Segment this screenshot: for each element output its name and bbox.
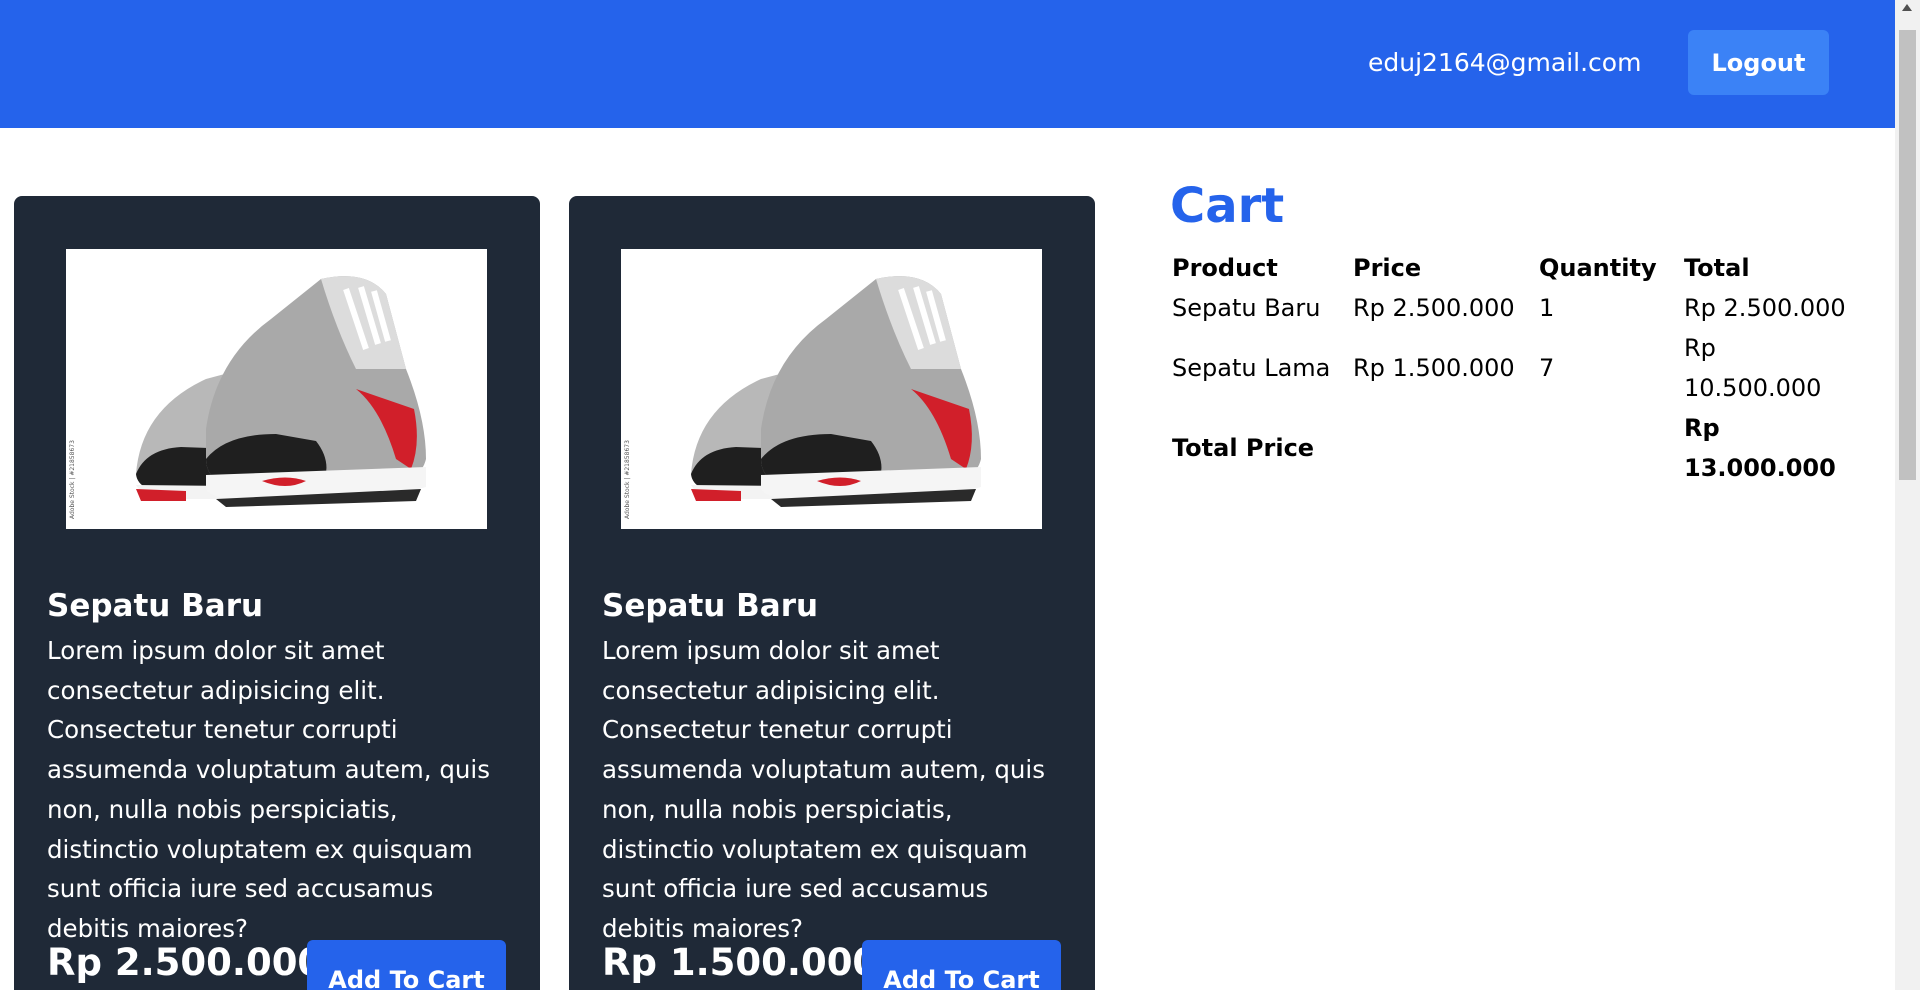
cell-total: Rp 2.500.000: [1684, 294, 1846, 322]
cell-price: Rp 1.500.000: [1353, 354, 1515, 382]
total-price-value: Rp 13.000.000: [1684, 414, 1836, 482]
scroll-up-arrow-icon[interactable]: [1902, 4, 1912, 11]
product-title: Sepatu Baru: [47, 588, 264, 624]
cell-product: Sepatu Lama: [1172, 354, 1331, 382]
product-description: Lorem ipsum dolor sit amet consectetur a…: [602, 636, 1045, 943]
cell-total: Rp 10.500.000: [1684, 334, 1822, 402]
product-card: Adobe Stock | #21858673 Sepatu Baru Lore…: [14, 196, 540, 990]
product-price: Rp 1.500.000: [602, 941, 879, 984]
cell-price: Rp 2.500.000: [1353, 294, 1515, 322]
sneaker-image-icon: Adobe Stock | #21858673: [66, 249, 487, 529]
column-header-total: Total: [1684, 254, 1750, 282]
cart-table: Product Price Quantity Total Sepatu Baru…: [1170, 248, 1862, 488]
column-header-quantity: Quantity: [1539, 254, 1657, 282]
total-price-row: Total Price Rp 13.000.000: [1170, 408, 1862, 488]
cart-table-header: Product Price Quantity Total: [1170, 248, 1862, 288]
cart-title: Cart: [1170, 178, 1285, 234]
add-to-cart-button[interactable]: Add To Cart: [862, 940, 1061, 990]
cart-panel: Cart Product Price Quantity Total Sepatu…: [1170, 178, 1890, 488]
image-watermark: Adobe Stock | #21858673: [624, 440, 631, 519]
table-row: Sepatu Lama Rp 1.500.000 7 Rp 10.500.000: [1170, 328, 1862, 408]
logout-button[interactable]: Logout: [1688, 30, 1829, 95]
cell-quantity: 7: [1539, 354, 1555, 382]
total-price-label: Total Price: [1172, 434, 1315, 462]
column-header-price: Price: [1353, 254, 1422, 282]
sneaker-image-icon: Adobe Stock | #21858673: [621, 249, 1042, 529]
page-scrollbar[interactable]: [1895, 0, 1920, 990]
cell-product: Sepatu Baru: [1172, 294, 1321, 322]
table-row: Sepatu Baru Rp 2.500.000 1 Rp 2.500.000: [1170, 288, 1862, 328]
product-image: Adobe Stock | #21858673: [66, 249, 487, 529]
product-card: Adobe Stock | #21858673 Sepatu Baru Lore…: [569, 196, 1095, 990]
top-navbar: eduj2164@gmail.com Logout: [0, 0, 1895, 128]
product-image: Adobe Stock | #21858673: [621, 249, 1042, 529]
user-email: eduj2164@gmail.com: [1368, 48, 1642, 77]
scrollbar-thumb[interactable]: [1899, 30, 1916, 480]
product-price: Rp 2.500.000: [47, 941, 324, 984]
product-title: Sepatu Baru: [602, 588, 819, 624]
add-to-cart-button[interactable]: Add To Cart: [307, 940, 506, 990]
image-watermark: Adobe Stock | #21858673: [69, 440, 76, 519]
product-description: Lorem ipsum dolor sit amet consectetur a…: [47, 636, 490, 943]
column-header-product: Product: [1172, 254, 1278, 282]
cell-quantity: 1: [1539, 294, 1555, 322]
